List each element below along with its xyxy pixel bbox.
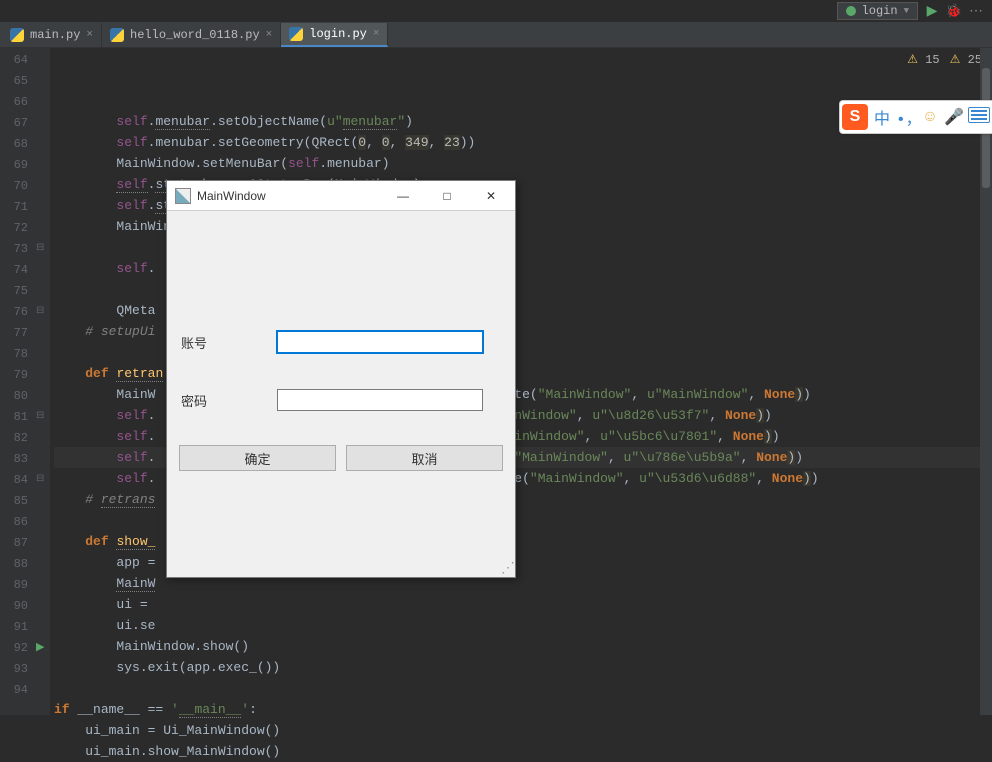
account-label: 账号 <box>177 333 277 352</box>
account-row: 账号 <box>177 331 505 353</box>
keyboard-icon[interactable] <box>968 107 988 128</box>
minimize-button[interactable]: — <box>381 182 425 210</box>
code-line[interactable]: if __name__ == '__main__': <box>54 699 992 720</box>
run-config-label: login <box>862 4 898 18</box>
debug-icon[interactable]: 🐞 <box>946 3 962 19</box>
code-line[interactable]: sys.exit(app.exec_()) <box>54 657 992 678</box>
code-line[interactable] <box>54 678 992 699</box>
tab-login-py[interactable]: login.py × <box>281 23 388 47</box>
code-line[interactable]: ui_main.show_MainWindow() <box>54 741 992 762</box>
fold-icon[interactable]: ⊟ <box>36 305 46 315</box>
warning-icon: ⚠ <box>907 53 918 67</box>
vertical-scrollbar[interactable] <box>980 48 992 715</box>
fold-icon[interactable]: ⊟ <box>36 473 46 483</box>
more-actions-icon[interactable]: ⋯ <box>968 3 984 19</box>
code-line[interactable]: self.menubar.setGeometry(QRect(0, 0, 349… <box>54 132 992 153</box>
file-tabs: main.py × hello_word_0118.py × login.py × <box>0 22 992 48</box>
code-line[interactable]: MainWindow.show() <box>54 636 992 657</box>
password-row: 密码 <box>177 389 505 411</box>
code-line[interactable]: ui = <box>54 594 992 615</box>
tab-label: main.py <box>30 28 80 42</box>
close-icon[interactable]: × <box>373 28 380 40</box>
code-line[interactable]: ui_main = Ui_MainWindow() <box>54 720 992 741</box>
password-label: 密码 <box>177 391 277 410</box>
cancel-button[interactable]: 取消 <box>346 445 503 471</box>
close-button[interactable]: ✕ <box>469 182 513 210</box>
weak-warning-icon: ⚠ <box>950 53 961 67</box>
fold-icon[interactable]: ⊟ <box>36 242 46 252</box>
python-file-icon <box>10 28 24 42</box>
dialog-titlebar[interactable]: MainWindow — □ ✕ <box>167 181 515 211</box>
app-icon <box>175 188 191 204</box>
run-line-icon[interactable]: ▶ <box>36 640 44 654</box>
tab-label: hello_word_0118.py <box>130 28 260 42</box>
tab-label: login.py <box>309 27 367 41</box>
main-window-dialog: MainWindow — □ ✕ 账号 密码 确定 取消 ⋰ <box>166 180 516 578</box>
ok-button[interactable]: 确定 <box>179 445 336 471</box>
button-row: 确定 取消 <box>177 445 505 471</box>
ime-toolbar[interactable]: S 中 •， ☺ 🎤 <box>839 100 992 134</box>
tab-main-py[interactable]: main.py × <box>2 23 102 47</box>
resize-grip-icon[interactable]: ⋰ <box>501 563 513 575</box>
warning-count: 15 <box>925 53 939 67</box>
line-gutter: 6465666768697071727374757677787980818283… <box>0 48 34 715</box>
top-toolbar: login ▼ ▶ 🐞 ⋯ <box>837 0 992 22</box>
ime-mode[interactable]: 中 <box>872 105 892 129</box>
chevron-down-icon: ▼ <box>904 6 909 16</box>
punctuation-icon[interactable]: •， <box>896 105 916 129</box>
run-icon[interactable]: ▶ <box>924 3 940 19</box>
dialog-title: MainWindow <box>197 189 381 203</box>
fold-gutter: ⊟ ⊟ ⊟ ⊟ ▶ <box>34 48 50 715</box>
maximize-button[interactable]: □ <box>425 182 469 210</box>
sogou-logo-icon: S <box>842 104 868 130</box>
code-line[interactable]: ui.se <box>54 615 992 636</box>
tab-hello_word_0118-py[interactable]: hello_word_0118.py × <box>102 23 281 47</box>
password-input[interactable] <box>277 389 483 411</box>
python-file-icon <box>289 27 303 41</box>
close-icon[interactable]: × <box>86 29 93 41</box>
fold-icon[interactable]: ⊟ <box>36 410 46 420</box>
account-input[interactable] <box>277 331 483 353</box>
code-line[interactable]: MainWindow.setMenuBar(self.menubar) <box>54 153 992 174</box>
python-file-icon <box>110 28 124 42</box>
mic-icon[interactable]: 🎤 <box>944 107 964 127</box>
inspection-summary[interactable]: ⚠ 15 ⚠ 25 <box>907 50 982 71</box>
run-config-dropdown[interactable]: login ▼ <box>837 2 918 20</box>
close-icon[interactable]: × <box>266 29 273 41</box>
emoji-icon[interactable]: ☺ <box>920 108 940 126</box>
dialog-body: 账号 密码 确定 取消 <box>167 211 515 481</box>
